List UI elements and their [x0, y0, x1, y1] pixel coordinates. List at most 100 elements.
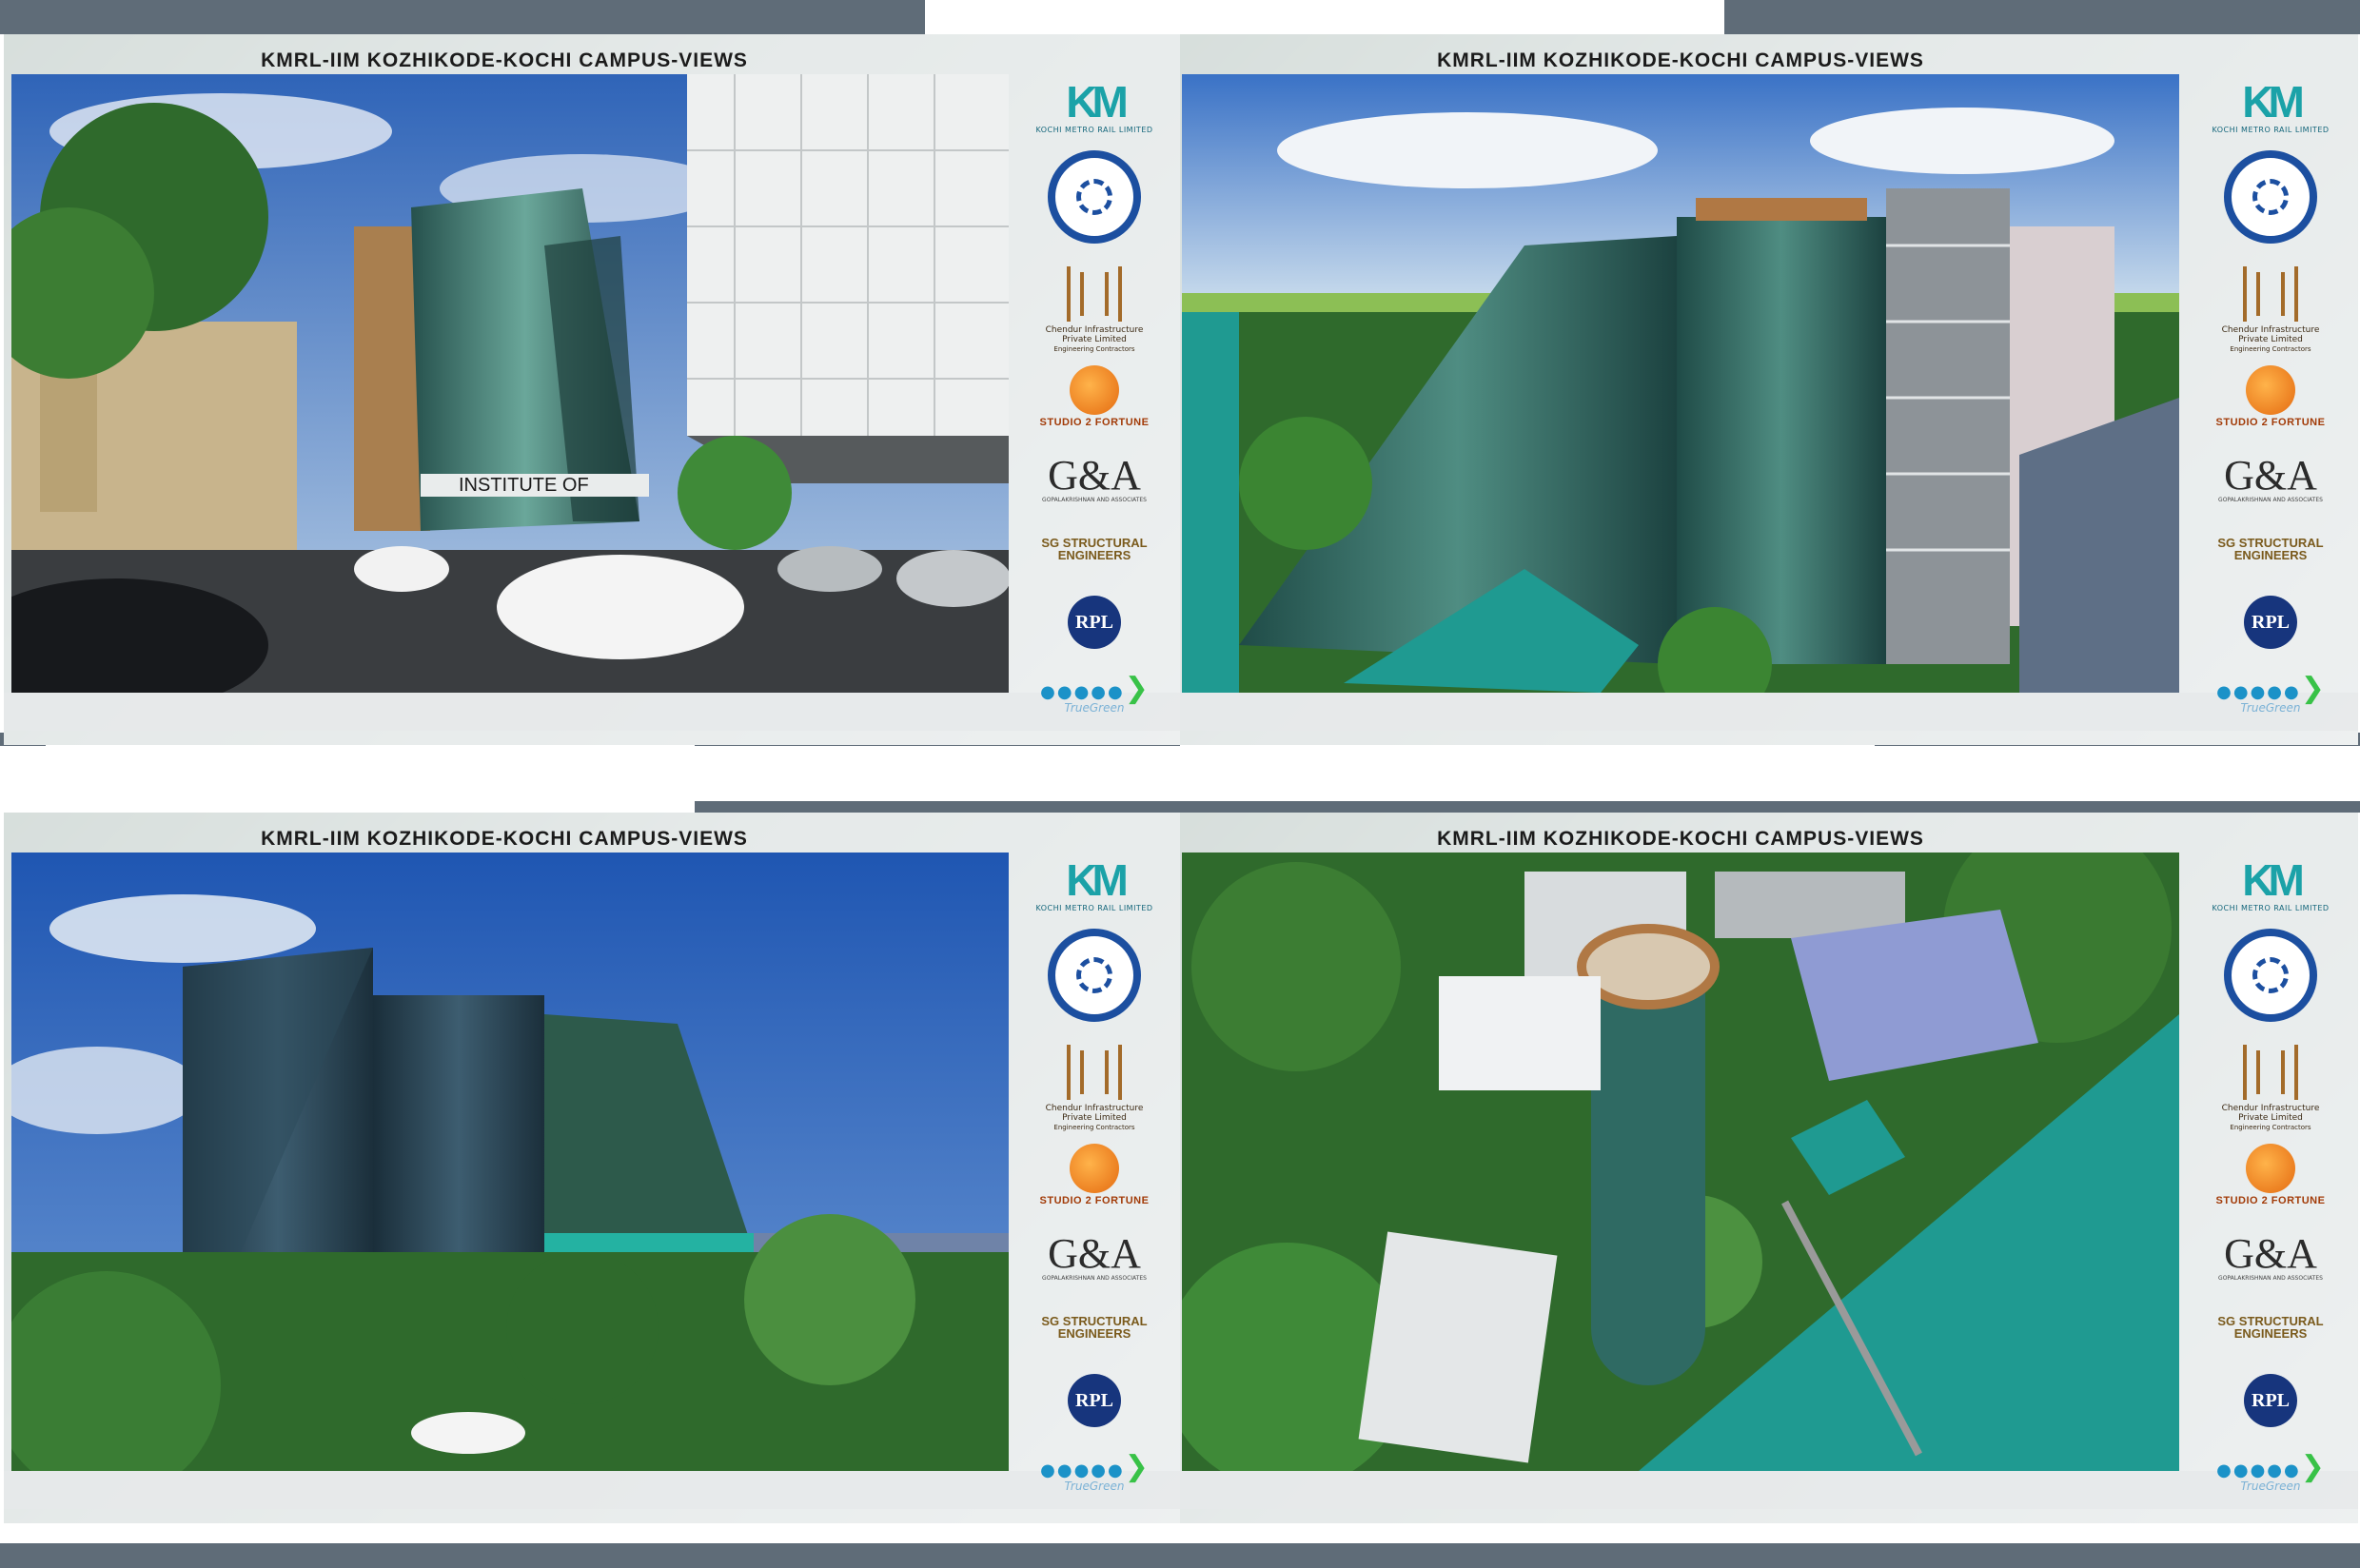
- aerial-side-illustration: [1182, 74, 2179, 693]
- kmrl-mark: KM: [2242, 855, 2305, 905]
- rpl-mark: RPL: [2244, 596, 2297, 649]
- studio-2-fortune-label: STUDIO 2 FORTUNE: [2215, 1195, 2326, 1206]
- ga-mark: G&A: [1048, 1230, 1141, 1277]
- chendur-label-3: Engineering Contractors: [2230, 345, 2311, 353]
- ga-logo: G&A GOPALAKRISHNAN AND ASSOCIATES: [2189, 452, 2352, 504]
- sg-label-2: ENGINEERS: [2233, 1326, 2308, 1341]
- ga-mark: G&A: [2224, 1230, 2317, 1277]
- iim-kozhikode-seal: [1013, 929, 1176, 1022]
- truegreen-arrow-icon: ●●●●●❯: [1040, 672, 1149, 705]
- rpl-logo: RPL: [2189, 596, 2352, 649]
- chendur-label-2: Private Limited: [2238, 1113, 2303, 1123]
- kmrl-label: KOCHI METRO RAIL LIMITED: [2212, 126, 2330, 134]
- studio-2-fortune-mark-icon: [1070, 1144, 1119, 1193]
- iim-kozhikode-seal: [1013, 150, 1176, 244]
- chendur-mark-icon: [2243, 266, 2298, 322]
- chendur-label-1: Chendur Infrastructure: [2221, 325, 2320, 335]
- panel-title: KMRL-IIM KOZHIKODE-KOCHI CAMPUS-VIEWS: [1437, 828, 1924, 850]
- kmrl-logo: KM KOCHI METRO RAIL LIMITED: [1013, 80, 1176, 134]
- top-down-illustration: [1182, 853, 2179, 1471]
- chendur-logo: Chendur Infrastructure Private Limited E…: [2189, 1045, 2352, 1132]
- building-sign-text: INSTITUTE OF: [459, 475, 589, 496]
- truegreen-arrow-icon: ●●●●●❯: [2216, 672, 2325, 705]
- chendur-label-1: Chendur Infrastructure: [1045, 1104, 1144, 1113]
- rpl-mark: RPL: [1068, 1374, 1121, 1427]
- chendur-logo: Chendur Infrastructure Private Limited E…: [1013, 266, 1176, 354]
- truegreen-label: TrueGreen: [2240, 701, 2301, 715]
- chendur-logo: Chendur Infrastructure Private Limited E…: [1013, 1045, 1176, 1132]
- truegreen-logo: ●●●●●❯ TrueGreen: [1013, 672, 1176, 715]
- campus-view-panel-3: KMRL-IIM KOZHIKODE-KOCHI CAMPUS-VIEWS KM…: [4, 813, 1182, 1523]
- ground-side-illustration: [11, 853, 1009, 1471]
- chendur-mark-icon: [2243, 1045, 2298, 1100]
- panel-bottom-strip: [4, 693, 1182, 731]
- truegreen-arrow-icon: ●●●●●❯: [1040, 1450, 1149, 1483]
- ga-logo: G&A GOPALAKRISHNAN AND ASSOCIATES: [1013, 452, 1176, 504]
- panel-bottom-strip: [1180, 693, 2358, 731]
- frame-bar-row2-top: [695, 801, 1182, 813]
- iim-seal-icon: [1048, 929, 1141, 1022]
- sg-label-2: ENGINEERS: [1057, 548, 1131, 562]
- iim-kozhikode-seal: [2189, 929, 2352, 1022]
- ga-label: GOPALAKRISHNAN AND ASSOCIATES: [1042, 497, 1147, 503]
- sg-structural-logo: SG STRUCTURAL ENGINEERS: [1013, 537, 1176, 561]
- campus-view-panel-2: KMRL-IIM KOZHIKODE-KOCHI CAMPUS-VIEWS KM…: [1180, 34, 2358, 745]
- partner-logo-column: KM KOCHI METRO RAIL LIMITED Chendur Infr…: [2189, 63, 2352, 729]
- kmrl-mark: KM: [1066, 77, 1129, 127]
- iim-seal-icon: [1048, 150, 1141, 244]
- studio-2-fortune-logo: STUDIO 2 FORTUNE: [2189, 1144, 2352, 1206]
- frame-bar-row2-top-right: [1180, 801, 2360, 813]
- chendur-logo: Chendur Infrastructure Private Limited E…: [2189, 266, 2352, 354]
- truegreen-logo: ●●●●●❯ TrueGreen: [1013, 1450, 1176, 1493]
- studio-2-fortune-mark-icon: [2246, 365, 2295, 415]
- kmrl-logo: KM KOCHI METRO RAIL LIMITED: [2189, 858, 2352, 912]
- kmrl-label: KOCHI METRO RAIL LIMITED: [1035, 904, 1153, 912]
- kmrl-logo: KM KOCHI METRO RAIL LIMITED: [2189, 80, 2352, 134]
- rpl-mark: RPL: [1068, 596, 1121, 649]
- kmrl-label: KOCHI METRO RAIL LIMITED: [2212, 904, 2330, 912]
- sg-structural-logo: SG STRUCTURAL ENGINEERS: [2189, 1315, 2352, 1340]
- sg-structural-logo: SG STRUCTURAL ENGINEERS: [2189, 537, 2352, 561]
- iim-kozhikode-seal: [2189, 150, 2352, 244]
- truegreen-arrow-icon: ●●●●●❯: [2216, 1450, 2325, 1483]
- frame-bar-bottom: [0, 1543, 2360, 1568]
- campus-view-panel-4: KMRL-IIM KOZHIKODE-KOCHI CAMPUS-VIEWS KM…: [1180, 813, 2358, 1523]
- frame-bar-top-left: [0, 0, 925, 34]
- chendur-label-3: Engineering Contractors: [1053, 345, 1135, 353]
- kmrl-mark: KM: [1066, 855, 1129, 905]
- studio-2-fortune-label: STUDIO 2 FORTUNE: [1039, 1195, 1150, 1206]
- sg-label-2: ENGINEERS: [2233, 548, 2308, 562]
- ga-label: GOPALAKRISHNAN AND ASSOCIATES: [1042, 1275, 1147, 1282]
- panel-bottom-strip: [4, 1471, 1182, 1509]
- rpl-logo: RPL: [1013, 596, 1176, 649]
- chendur-mark-icon: [1067, 1045, 1122, 1100]
- chendur-label-3: Engineering Contractors: [2230, 1124, 2311, 1131]
- ga-mark: G&A: [1048, 452, 1141, 499]
- partner-logo-column: KM KOCHI METRO RAIL LIMITED Chendur Infr…: [2189, 841, 2352, 1507]
- panel-title: KMRL-IIM KOZHIKODE-KOCHI CAMPUS-VIEWS: [1437, 49, 1924, 71]
- studio-2-fortune-mark-icon: [1070, 365, 1119, 415]
- ga-logo: G&A GOPALAKRISHNAN AND ASSOCIATES: [2189, 1230, 2352, 1283]
- truegreen-logo: ●●●●●❯ TrueGreen: [2189, 672, 2352, 715]
- kmrl-logo: KM KOCHI METRO RAIL LIMITED: [1013, 858, 1176, 912]
- studio-2-fortune-mark-icon: [2246, 1144, 2295, 1193]
- chendur-label-2: Private Limited: [2238, 335, 2303, 344]
- iim-seal-icon: [2224, 150, 2317, 244]
- render-ground-side-view: [11, 853, 1009, 1471]
- studio-2-fortune-logo: STUDIO 2 FORTUNE: [2189, 365, 2352, 428]
- studio-2-fortune-logo: STUDIO 2 FORTUNE: [1013, 1144, 1176, 1206]
- ga-label: GOPALAKRISHNAN AND ASSOCIATES: [2218, 1275, 2323, 1282]
- kmrl-label: KOCHI METRO RAIL LIMITED: [1035, 126, 1153, 134]
- frame-bar-top-right: [1724, 0, 2360, 34]
- partner-logo-column: KM KOCHI METRO RAIL LIMITED Chendur Infr…: [1013, 63, 1176, 729]
- sg-structural-logo: SG STRUCTURAL ENGINEERS: [1013, 1315, 1176, 1340]
- chendur-label-2: Private Limited: [1062, 1113, 1127, 1123]
- render-street-view: INSTITUTE OF: [11, 74, 1009, 693]
- render-aerial-side-view: [1182, 74, 2179, 693]
- chendur-label-1: Chendur Infrastructure: [1045, 325, 1144, 335]
- chendur-label-2: Private Limited: [1062, 335, 1127, 344]
- chendur-label-3: Engineering Contractors: [1053, 1124, 1135, 1131]
- sg-label-2: ENGINEERS: [1057, 1326, 1131, 1341]
- panel-bottom-strip: [1180, 1471, 2358, 1509]
- ga-mark: G&A: [2224, 452, 2317, 499]
